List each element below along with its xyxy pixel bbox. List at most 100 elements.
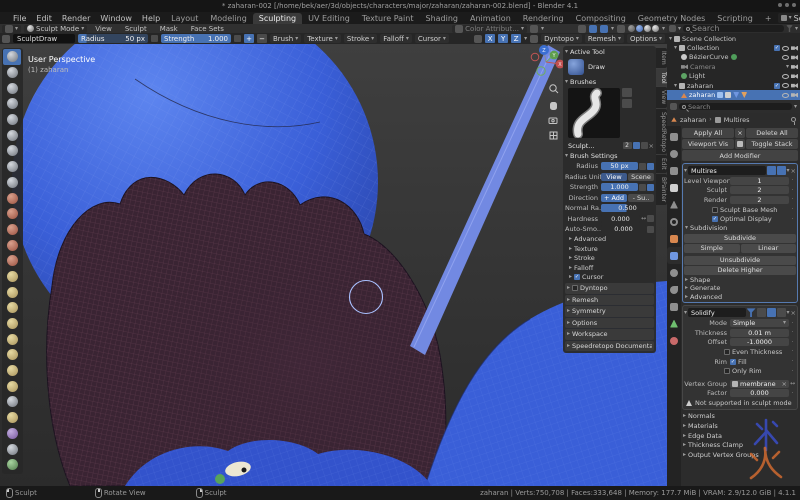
workspace-tab-animation[interactable]: Animation xyxy=(464,13,517,24)
sidebar-radius-slider[interactable]: 50 px xyxy=(601,162,638,170)
dyntopo-dropdown[interactable]: Dyntopo▾ xyxy=(541,34,582,43)
solidify-viewport-display-icon[interactable] xyxy=(767,308,776,317)
tab-physics-icon[interactable] xyxy=(667,281,681,298)
menu-mask[interactable]: Mask xyxy=(155,25,183,33)
texture-dropdown[interactable]: Texture▾ xyxy=(304,34,341,43)
hardness-slider[interactable]: 0.000 xyxy=(601,215,640,223)
xray-toggle-icon[interactable] xyxy=(617,25,625,33)
brush-subtract-button[interactable]: − xyxy=(257,34,267,43)
brush-name-field[interactable]: SculptDraw xyxy=(13,34,75,43)
menu-render[interactable]: Render xyxy=(57,14,95,23)
mode-selector[interactable]: Sculpt Mode▾ xyxy=(24,25,87,33)
brush-snake-hook-icon[interactable] xyxy=(3,300,21,316)
brush-pose-icon[interactable] xyxy=(3,331,21,347)
tab-render-icon[interactable] xyxy=(667,145,681,162)
cursor-dropdown[interactable]: Cursor▾ xyxy=(415,34,449,43)
expand-icon-button[interactable] xyxy=(735,139,745,149)
brush-blob-icon[interactable] xyxy=(3,159,21,175)
brush-mask-icon[interactable] xyxy=(3,441,21,457)
properties-editor-icon[interactable] xyxy=(670,103,677,110)
multires-name-field[interactable]: Multires xyxy=(688,166,766,175)
menu-edit[interactable]: Edit xyxy=(31,14,57,23)
eye-icon[interactable] xyxy=(782,83,789,88)
edge-data-collapsed-panel[interactable]: ▸Edge Data xyxy=(682,431,798,441)
outliner-row-beziercurve[interactable]: BézierCurve xyxy=(667,53,800,62)
brushes-panel-header[interactable]: ▾Brushes xyxy=(565,77,654,87)
multires-viewport-display-icon[interactable] xyxy=(767,166,776,175)
auto-smooth-copy-icon[interactable] xyxy=(647,226,654,233)
falloff-collapsed-panel[interactable]: ▸Falloff xyxy=(565,263,654,273)
window-button-icon[interactable] xyxy=(778,3,782,7)
strength-slider[interactable]: Strength1.000 xyxy=(161,34,231,43)
brush-pinch-icon[interactable] xyxy=(3,253,21,269)
eye-icon[interactable] xyxy=(782,74,789,79)
radius-pressure-icon[interactable] xyxy=(151,35,158,42)
brush-slide-relax-icon[interactable] xyxy=(3,378,21,394)
mode-dropdown[interactable]: Simple▾ xyxy=(730,319,789,327)
brush-nudge-icon[interactable] xyxy=(3,347,21,363)
brush-layer-icon[interactable] xyxy=(3,127,21,143)
camera-toggle-icon[interactable] xyxy=(791,46,798,51)
outliner-row-scene-collection[interactable]: ▾ Scene Collection xyxy=(667,34,800,43)
solidify-vertex-group-icon[interactable] xyxy=(747,308,756,317)
camera-toggle-icon[interactable] xyxy=(791,93,798,98)
shape-collapsed-panel[interactable]: ▸Shape xyxy=(684,276,796,285)
shading-solid-icon[interactable] xyxy=(636,25,643,32)
thickness-clamp-collapsed-panel[interactable]: ▸Thickness Clamp xyxy=(682,440,798,450)
brush-preview-thumbnail[interactable] xyxy=(568,88,620,138)
snap-magnet-icon[interactable] xyxy=(578,25,586,33)
remesh-dropdown[interactable]: Remesh▾ xyxy=(585,34,624,43)
tab-object-icon[interactable] xyxy=(667,230,681,247)
sidebar-tab-speedretopo[interactable]: SpeedRetopo xyxy=(656,109,667,155)
color-attribute-selector[interactable]: Color Attribut...▾ xyxy=(452,25,527,33)
brush-datablock-icon[interactable] xyxy=(2,35,10,43)
solidify-remove-icon[interactable]: × xyxy=(791,309,796,317)
duplicate-brush-icon[interactable] xyxy=(641,142,648,149)
eye-icon[interactable] xyxy=(782,46,789,51)
tab-viewlayer-icon[interactable] xyxy=(667,179,681,196)
workspace-tab-geometry-nodes[interactable]: Geometry Nodes xyxy=(632,13,711,24)
radius-unit-scene-button[interactable]: Scene xyxy=(628,173,654,181)
texture-collapsed-panel[interactable]: ▸Texture xyxy=(565,244,654,254)
strength-pressure-icon[interactable] xyxy=(234,35,241,42)
level-viewport-field[interactable]: 1 xyxy=(730,177,789,185)
brush-fill-icon[interactable] xyxy=(3,222,21,238)
outliner-display-mode-icon[interactable] xyxy=(669,25,676,32)
outliner-row-collection[interactable]: ▾ Collection ✓ xyxy=(667,43,800,52)
clear-x-button[interactable]: × xyxy=(735,128,745,138)
properties-search-input[interactable]: Search xyxy=(679,103,792,110)
outliner-filter-icon[interactable] xyxy=(786,25,793,32)
camera-toggle-icon[interactable] xyxy=(791,55,798,60)
factor-field[interactable]: 0.000 xyxy=(730,389,789,397)
outliner-row-zaharan-collection[interactable]: ▾ zaharan ✓ xyxy=(667,81,800,90)
add-modifier-button[interactable]: Add Modifier xyxy=(682,150,798,161)
strength-pressure-icon[interactable] xyxy=(647,184,654,191)
workspace-tab-uv-editing[interactable]: UV Editing xyxy=(302,13,356,24)
window-button-icon[interactable] xyxy=(792,3,796,7)
tab-output-icon[interactable] xyxy=(667,162,681,179)
viewport-vis-button[interactable]: Viewport Vis xyxy=(682,139,734,149)
stroke-dropdown[interactable]: Stroke▾ xyxy=(344,34,377,43)
brush-rotate-icon[interactable] xyxy=(3,363,21,379)
breadcrumb-modifier[interactable]: Multires xyxy=(724,116,750,124)
symmetry-z-toggle[interactable]: Z xyxy=(511,34,521,43)
symmetry-panel-header[interactable]: ▸Symmetry xyxy=(565,306,654,317)
brush-add-button[interactable]: + xyxy=(244,34,254,43)
workspace-tab-sculpting[interactable]: Sculpting xyxy=(253,13,302,24)
workspace-tab-texture-paint[interactable]: Texture Paint xyxy=(356,13,420,24)
pin-id-icon[interactable] xyxy=(791,117,796,122)
vertex-group-field[interactable]: membrane × xyxy=(730,380,789,388)
outliner-row-light[interactable]: Light xyxy=(667,72,800,81)
workspace-panel-header[interactable]: ▸Workspace xyxy=(565,329,654,340)
brush-inflate-icon[interactable] xyxy=(3,143,21,159)
strength-copy-icon[interactable] xyxy=(639,184,646,191)
hardness-copy-icon[interactable] xyxy=(647,215,654,222)
brush-draw-icon[interactable] xyxy=(3,49,21,65)
direction-subtract-button[interactable]: - Su.. xyxy=(628,194,654,202)
subdivide-linear-button[interactable]: Linear xyxy=(741,244,797,253)
apply-all-button[interactable]: Apply All xyxy=(682,128,734,138)
symmetry-y-toggle[interactable]: Y xyxy=(498,34,508,43)
falloff-dropdown[interactable]: Falloff▾ xyxy=(380,34,412,43)
shading-material-icon[interactable] xyxy=(644,25,651,32)
cursor-checkbox[interactable]: ✓ xyxy=(574,274,580,280)
